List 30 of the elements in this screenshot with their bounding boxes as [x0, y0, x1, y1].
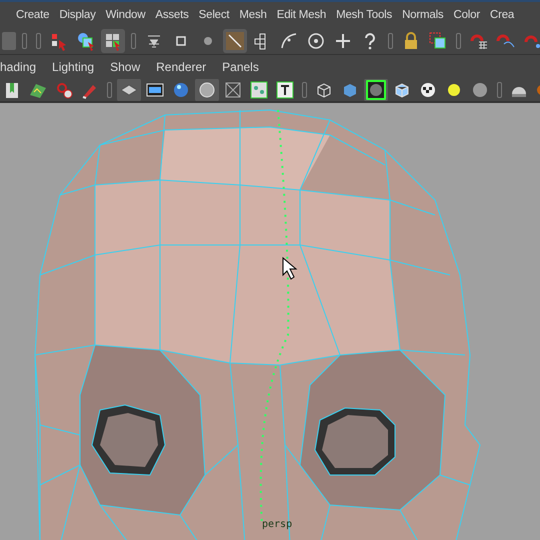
toolbar-handle[interactable]	[22, 33, 27, 49]
toolbar-handle[interactable]	[131, 33, 136, 49]
menu-item[interactable]: Select	[198, 9, 230, 21]
toolbar-handle[interactable]	[456, 33, 461, 49]
line-icon[interactable]	[223, 29, 247, 53]
menu-item[interactable]: Window	[106, 9, 146, 21]
mouse-cursor-icon	[282, 256, 298, 280]
resolution-gate-icon[interactable]	[195, 79, 219, 101]
toolbar-handle[interactable]	[302, 82, 307, 98]
menu-item[interactable]: Crea	[490, 9, 514, 21]
paint-select-icon[interactable]	[101, 29, 125, 53]
panel-menu-item[interactable]: Panels	[222, 60, 259, 74]
panel-menu-item[interactable]: Renderer	[156, 60, 206, 74]
toolbar-handle[interactable]	[497, 82, 502, 98]
menu-item[interactable]: Normals	[402, 9, 444, 21]
menu-item[interactable]: Create	[16, 9, 50, 21]
panel-menu-item[interactable]: hading	[0, 60, 36, 74]
panel-menu-item[interactable]: Lighting	[52, 60, 94, 74]
menu-item[interactable]: Mesh	[239, 9, 267, 21]
panel-menu-item[interactable]: Show	[110, 60, 140, 74]
menu-item[interactable]: Color	[453, 9, 480, 21]
menu-item[interactable]: Mesh Tools	[336, 9, 392, 21]
menu-item[interactable]: Edit Mesh	[276, 9, 326, 21]
toolbar-handle[interactable]	[388, 33, 393, 49]
grid-plane-icon[interactable]	[117, 79, 141, 101]
toolbar-handle[interactable]	[107, 82, 112, 98]
wire-shaded-icon[interactable]	[364, 79, 388, 101]
menu-item[interactable]: Display	[59, 9, 96, 21]
menu-item[interactable]: Assets	[155, 9, 189, 21]
toolbar-handle[interactable]	[36, 33, 41, 49]
